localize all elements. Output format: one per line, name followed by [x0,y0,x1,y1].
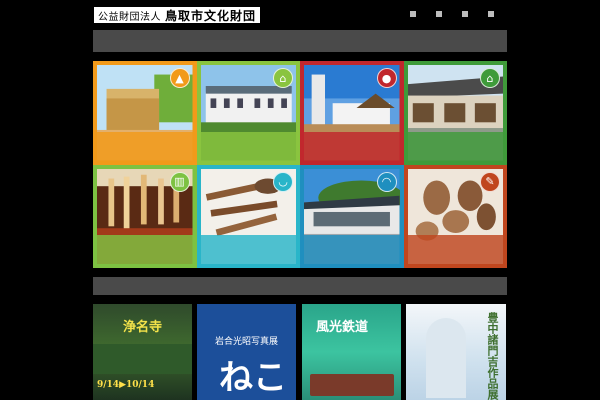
nav-square-2[interactable] [436,11,442,17]
tile-color-band [407,235,503,264]
nav-square-1[interactable] [410,11,416,17]
tile-color-band [200,235,296,264]
page: 公益財団法人 鳥取市文化財団 ▲ ⌂ ● ⌂ ▥ ◡ ◠ ✎ 浄名寺 9/14▶… [0,0,600,400]
poster-title: 豊中諸門吉作品展 [486,312,499,400]
hat-icon: ◠ [376,171,397,192]
tile-color-band [97,131,193,161]
nav-square-4[interactable] [488,11,494,17]
house-icon: ⌂ [480,68,500,88]
events-banner-bar [93,277,507,295]
facility-tile-6[interactable]: ◡ [196,164,300,268]
gallery-icon: ▥ [169,171,190,192]
tile-color-band [97,235,193,264]
facility-grid: ▲ ⌂ ● ⌂ ▥ ◡ ◠ ✎ [93,61,507,268]
event-poster-2[interactable]: 岩合光昭写真展 ねこ [197,304,296,400]
tile-color-band [304,131,400,161]
train-graphic [310,374,394,396]
tile-color-band [200,131,296,161]
poster-title: 浄名寺 [123,320,163,335]
logo-org-name: 鳥取市文化財団 [165,8,257,23]
tile-color-band [407,131,503,161]
mountain-icon: ▲ [169,68,190,88]
facility-tile-3[interactable]: ● [300,61,404,165]
poster-main-text: ねこ [219,358,287,398]
poster-title: 風光鉄道 [316,320,369,335]
poster-caption: 岩合光昭写真展 [215,337,279,347]
top-nav [410,11,494,17]
person-icon: ● [376,68,397,88]
facility-tile-5[interactable]: ▥ [93,164,197,268]
logo-org-type: 公益財団法人 [98,11,161,23]
event-poster-1[interactable]: 浄名寺 9/14▶10/14 [93,304,192,400]
pot-icon: ◡ [273,171,293,192]
figure-graphic [426,318,466,398]
event-poster-3[interactable]: 風光鉄道 [302,304,401,400]
top-banner-bar [93,30,507,52]
building-icon: ⌂ [273,68,293,88]
event-poster-4[interactable]: 豊中諸門吉作品展 [406,304,506,400]
facility-tile-1[interactable]: ▲ [93,61,197,165]
tool-icon: ✎ [480,171,500,192]
nav-square-3[interactable] [462,11,468,17]
poster-date: 9/14▶10/14 [97,380,155,390]
poster-scene [93,344,192,374]
facility-tile-4[interactable]: ⌂ [403,61,507,165]
facility-tile-7[interactable]: ◠ [300,164,404,268]
facility-tile-2[interactable]: ⌂ [196,61,300,165]
tile-color-band [304,235,400,264]
facility-tile-8[interactable]: ✎ [403,164,507,268]
site-logo[interactable]: 公益財団法人 鳥取市文化財団 [94,7,261,23]
